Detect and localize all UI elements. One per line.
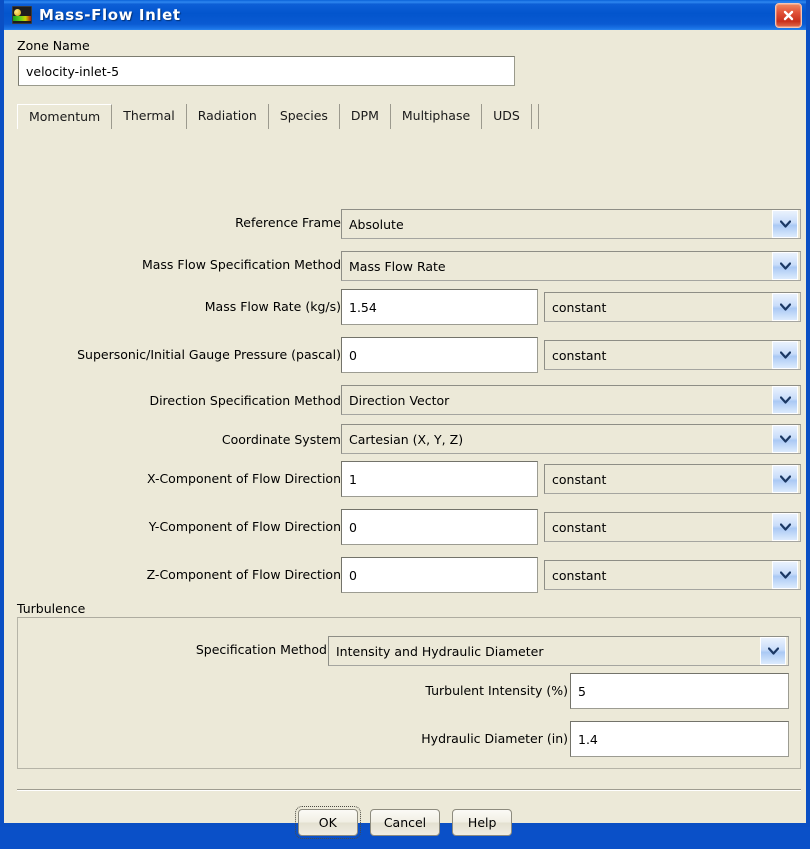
turbulent-intensity-label-box: Turbulent Intensity (%) — [17, 674, 568, 708]
close-button[interactable] — [775, 3, 802, 28]
x-component-label: X-Component of Flow Direction — [147, 462, 341, 496]
z-component-label: Z-Component of Flow Direction — [147, 558, 341, 592]
chevron-down-icon[interactable] — [772, 513, 798, 541]
zone-name-input[interactable] — [18, 56, 515, 86]
hydraulic-diameter-label-box: Hydraulic Diameter (in) — [17, 722, 568, 756]
mass-flow-rate-profile-combobox[interactable]: constant — [544, 292, 801, 322]
tab-thermal[interactable]: Thermal — [112, 104, 186, 129]
mass-flow-inlet-dialog: Mass-Flow Inlet Zone Name Momentum Therm… — [0, 0, 810, 827]
mass-flow-rate-input[interactable] — [341, 289, 538, 325]
y-component-input[interactable] — [341, 509, 538, 545]
supersonic-pressure-input[interactable] — [341, 337, 538, 373]
dialog-footer: OK Cancel Help — [4, 796, 806, 849]
coordinate-system-combobox[interactable]: Cartesian (X, Y, Z) — [341, 424, 801, 454]
dialog-client-area: Zone Name Momentum Thermal Radiation Spe… — [4, 30, 806, 823]
z-component-profile-combobox[interactable]: constant — [544, 560, 801, 590]
tab-strip-filler — [532, 104, 539, 129]
mass-flow-spec-method-value: Mass Flow Rate — [342, 259, 772, 274]
turbulence-spec-method-value: Intensity and Hydraulic Diameter — [329, 644, 760, 659]
x-component-input[interactable] — [341, 461, 538, 497]
z-component-profile-value: constant — [545, 568, 772, 583]
coordinate-system-label: Coordinate System — [222, 423, 341, 457]
coordinate-system-value: Cartesian (X, Y, Z) — [342, 432, 772, 447]
window-title: Mass-Flow Inlet — [39, 6, 181, 24]
tab-strip: Momentum Thermal Radiation Species DPM M… — [17, 104, 801, 130]
mass-flow-rate-label: Mass Flow Rate (kg/s) — [205, 290, 341, 324]
supersonic-pressure-label: Supersonic/Initial Gauge Pressure (pasca… — [77, 338, 341, 372]
direction-spec-method-combobox[interactable]: Direction Vector — [341, 385, 801, 415]
tab-dpm[interactable]: DPM — [340, 104, 391, 129]
reference-frame-label: Reference Frame — [235, 206, 341, 240]
mass-flow-rate-label-box: Mass Flow Rate (kg/s) — [17, 290, 341, 324]
mass-flow-spec-method-label: Mass Flow Specification Method — [142, 248, 341, 282]
tab-species[interactable]: Species — [269, 104, 340, 129]
footer-separator — [17, 789, 801, 791]
x-component-profile-combobox[interactable]: constant — [544, 464, 801, 494]
reference-frame-value: Absolute — [342, 217, 772, 232]
x-component-label-box: X-Component of Flow Direction — [17, 462, 341, 496]
ok-button[interactable]: OK — [298, 809, 358, 836]
turbulence-spec-method-label: Specification Method — [196, 633, 327, 667]
chevron-down-icon[interactable] — [772, 465, 798, 493]
chevron-down-icon[interactable] — [772, 425, 798, 453]
chevron-down-icon[interactable] — [772, 341, 798, 369]
hydraulic-diameter-label: Hydraulic Diameter (in) — [421, 722, 568, 756]
turbulent-intensity-input[interactable] — [570, 673, 789, 709]
direction-spec-method-value: Direction Vector — [342, 393, 772, 408]
y-component-label: Y-Component of Flow Direction — [149, 510, 341, 544]
cancel-button[interactable]: Cancel — [370, 809, 440, 836]
direction-spec-method-label: Direction Specification Method — [149, 384, 341, 418]
z-component-label-box: Z-Component of Flow Direction — [17, 558, 341, 592]
chevron-down-icon[interactable] — [772, 210, 798, 238]
turbulent-intensity-label: Turbulent Intensity (%) — [425, 674, 568, 708]
turbulence-group: Turbulence Specification Method Intensit… — [17, 601, 801, 773]
supersonic-pressure-label-box: Supersonic/Initial Gauge Pressure (pasca… — [17, 338, 341, 372]
coordinate-system-label-box: Coordinate System — [17, 423, 341, 457]
y-component-label-box: Y-Component of Flow Direction — [17, 510, 341, 544]
tab-momentum[interactable]: Momentum — [17, 104, 112, 129]
help-button[interactable]: Help — [452, 809, 512, 836]
chevron-down-icon[interactable] — [772, 293, 798, 321]
supersonic-pressure-profile-combobox[interactable]: constant — [544, 340, 801, 370]
z-component-input[interactable] — [341, 557, 538, 593]
fluent-app-icon — [12, 6, 32, 24]
hydraulic-diameter-input[interactable] — [570, 721, 789, 757]
x-component-profile-value: constant — [545, 472, 772, 487]
reference-frame-label-box: Reference Frame — [17, 206, 341, 240]
y-component-profile-combobox[interactable]: constant — [544, 512, 801, 542]
title-bar[interactable]: Mass-Flow Inlet — [4, 0, 806, 30]
chevron-down-icon[interactable] — [772, 252, 798, 280]
mass-flow-rate-profile-value: constant — [545, 300, 772, 315]
y-component-profile-value: constant — [545, 520, 772, 535]
zone-name-label: Zone Name — [17, 38, 90, 53]
chevron-down-icon[interactable] — [772, 386, 798, 414]
mass-flow-spec-method-combobox[interactable]: Mass Flow Rate — [341, 251, 801, 281]
turbulence-spec-method-label-box: Specification Method — [17, 633, 327, 667]
chevron-down-icon[interactable] — [772, 561, 798, 589]
tab-uds[interactable]: UDS — [482, 104, 532, 129]
mass-flow-spec-method-label-box: Mass Flow Specification Method — [17, 248, 341, 282]
supersonic-pressure-profile-value: constant — [545, 348, 772, 363]
chevron-down-icon[interactable] — [760, 637, 786, 665]
tab-multiphase[interactable]: Multiphase — [391, 104, 482, 129]
close-icon — [782, 9, 795, 22]
momentum-tab-panel: Reference Frame Absolute Mass Flow Speci… — [17, 129, 801, 781]
tab-radiation[interactable]: Radiation — [187, 104, 269, 129]
turbulence-spec-method-combobox[interactable]: Intensity and Hydraulic Diameter — [328, 636, 789, 666]
direction-spec-method-label-box: Direction Specification Method — [17, 384, 341, 418]
turbulence-group-label: Turbulence — [17, 601, 90, 616]
reference-frame-combobox[interactable]: Absolute — [341, 209, 801, 239]
